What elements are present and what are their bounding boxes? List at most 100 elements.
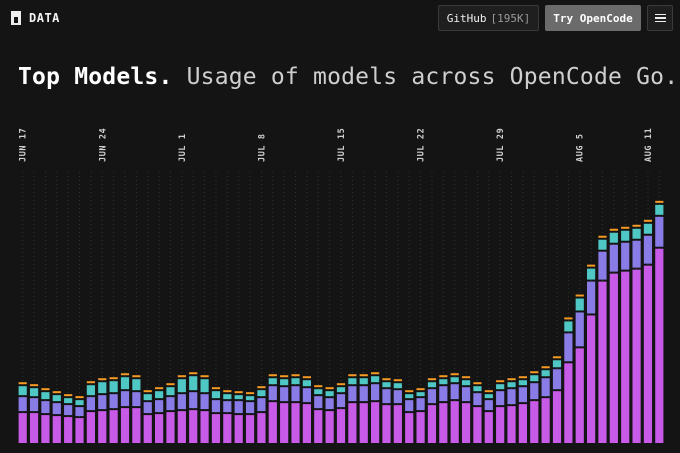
bar-segment[interactable] [302,388,311,403]
bar-segment[interactable] [64,394,73,397]
bar-segment[interactable] [143,402,152,414]
bar-segment[interactable] [371,376,380,383]
bar-segment[interactable] [155,391,164,399]
bar-segment[interactable] [98,378,107,381]
bar-segment[interactable] [257,413,266,443]
bar-segment[interactable] [427,378,437,381]
bar-segment[interactable] [52,395,61,402]
bar-segment[interactable] [98,395,107,410]
bar-segment[interactable] [143,390,152,393]
bar-segment[interactable] [325,391,334,397]
bar-segment[interactable] [598,239,607,250]
bar-segment[interactable] [314,410,323,443]
bar-segment[interactable] [41,401,50,414]
bar-segment[interactable] [439,403,448,443]
bar-segment[interactable] [257,398,266,412]
bar-segment[interactable] [427,389,437,404]
bar-segment[interactable] [484,412,493,443]
bar-segment[interactable] [541,370,550,377]
bar-segment[interactable] [461,403,471,443]
bar-segment[interactable] [643,265,653,443]
bar-segment[interactable] [632,224,641,227]
bar-segment[interactable] [18,386,27,396]
bar-segment[interactable] [621,226,630,229]
bar-segment[interactable] [64,417,73,443]
bar-segment[interactable] [336,394,346,408]
bar-segment[interactable] [280,387,289,402]
bar-segment[interactable] [189,376,198,391]
bar-segment[interactable] [245,396,255,401]
bar-segment[interactable] [86,412,95,443]
bar-segment[interactable] [29,388,39,397]
bar-segment[interactable] [507,378,516,381]
bar-segment[interactable] [382,378,391,381]
bar-segment[interactable] [575,298,584,311]
bar-segment[interactable] [359,378,368,385]
bar-segment[interactable] [29,384,39,387]
bar-segment[interactable] [223,394,232,400]
bar-segment[interactable] [507,382,516,388]
bar-segment[interactable] [302,404,311,443]
bar-segment[interactable] [177,379,186,393]
bar-segment[interactable] [41,388,50,391]
bar-segment[interactable] [632,240,641,268]
bar-segment[interactable] [211,391,221,399]
bar-segment[interactable] [143,415,152,443]
bar-segment[interactable] [257,386,266,389]
bar-segment[interactable] [336,383,346,386]
bar-segment[interactable] [427,382,437,388]
bar-segment[interactable] [587,268,596,280]
bar-segment[interactable] [291,378,300,385]
bar-segment[interactable] [75,400,84,406]
bar-segment[interactable] [132,375,141,378]
bar-segment[interactable] [109,377,118,380]
bar-segment[interactable] [166,412,175,443]
bar-segment[interactable] [18,413,27,443]
bar-segment[interactable] [291,386,300,402]
bar-segment[interactable] [177,375,186,378]
bar-segment[interactable] [109,410,118,443]
bar-segment[interactable] [564,333,573,362]
bar-segment[interactable] [643,219,653,222]
bar-segment[interactable] [120,377,130,390]
bar-segment[interactable] [484,394,493,399]
bar-segment[interactable] [405,390,414,393]
bar-segment[interactable] [280,379,289,386]
bar-segment[interactable] [632,269,641,443]
bar-segment[interactable] [655,204,664,215]
bar-segment[interactable] [450,377,459,383]
bar-segment[interactable] [552,360,562,368]
bar-segment[interactable] [41,415,50,443]
bar-segment[interactable] [291,374,300,377]
bar-segment[interactable] [496,391,505,406]
bar-segment[interactable] [86,381,95,384]
menu-button[interactable] [647,5,673,31]
bar-segment[interactable] [143,394,152,401]
bar-segment[interactable] [587,264,596,267]
bar-segment[interactable] [450,373,459,376]
bar-segment[interactable] [177,394,186,410]
bar-segment[interactable] [564,321,573,332]
bar-segment[interactable] [348,378,357,385]
bar-segment[interactable] [359,403,368,443]
bar-segment[interactable] [211,414,221,443]
bar-segment[interactable] [325,398,334,410]
bar-segment[interactable] [393,390,402,404]
bar-segment[interactable] [132,408,141,443]
bar-segment[interactable] [211,387,221,390]
bar-segment[interactable] [461,387,471,402]
bar-segment[interactable] [609,244,618,272]
bar-segment[interactable] [530,401,539,443]
bar-segment[interactable] [166,383,175,386]
bar-segment[interactable] [371,372,380,375]
bar-segment[interactable] [336,409,346,444]
bar-segment[interactable] [291,403,300,443]
bar-segment[interactable] [223,414,232,443]
bar-segment[interactable] [52,391,61,394]
bar-segment[interactable] [427,405,437,443]
bar-segment[interactable] [234,415,243,443]
bar-segment[interactable] [268,374,277,377]
bar-segment[interactable] [598,281,607,443]
bar-segment[interactable] [552,356,562,359]
bar-segment[interactable] [416,412,425,443]
